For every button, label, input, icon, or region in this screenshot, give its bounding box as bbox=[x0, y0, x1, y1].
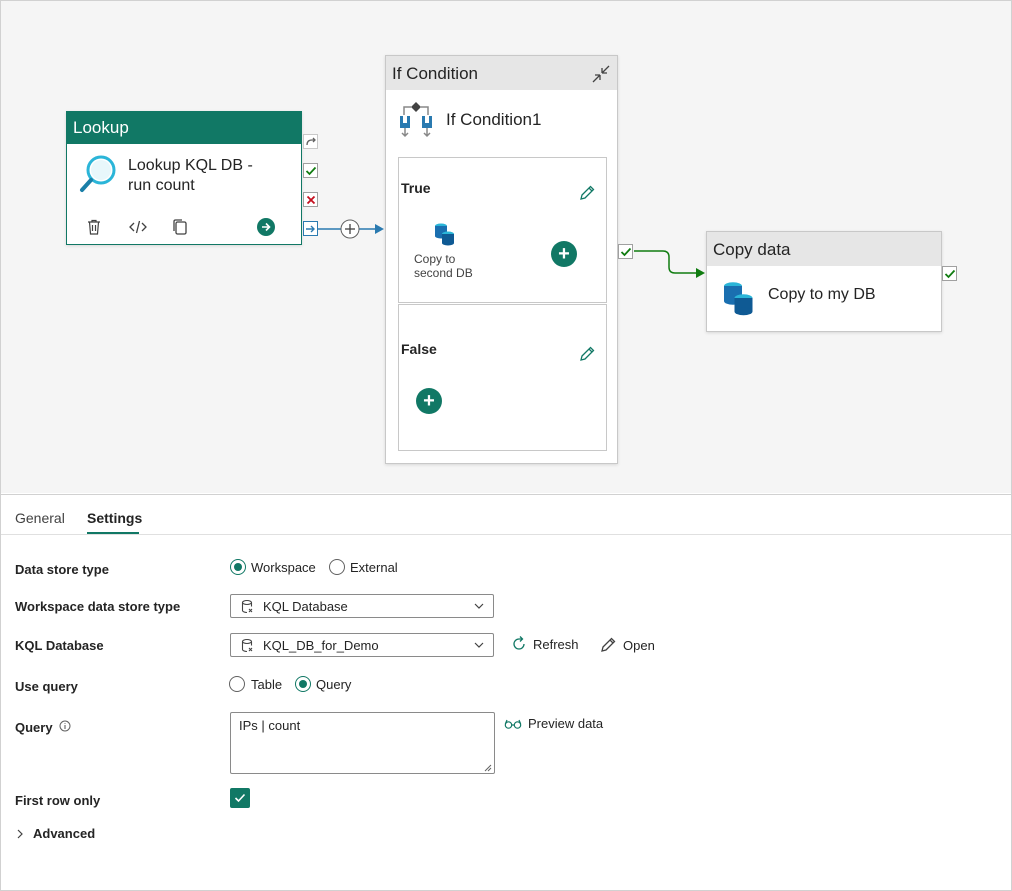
kql-database-select[interactable]: KQL_DB_for_Demo bbox=[230, 633, 494, 657]
external-radio[interactable] bbox=[329, 559, 345, 575]
lookup-to-if-arrowhead bbox=[375, 224, 384, 234]
properties-tabs: General Settings bbox=[1, 495, 1011, 535]
workspace-data-store-type-select[interactable]: KQL Database bbox=[230, 594, 494, 618]
chevron-right-icon bbox=[17, 829, 23, 838]
add-activity-false-button[interactable]: + bbox=[416, 388, 442, 414]
magnifier-icon bbox=[80, 155, 116, 192]
table-radio-label[interactable]: Table bbox=[251, 677, 282, 692]
open-label: Open bbox=[623, 637, 655, 653]
copy-data-header: Copy data bbox=[707, 232, 941, 266]
lookup-activity-card[interactable]: Lookup Lookup KQL DB - run count bbox=[66, 111, 302, 245]
add-activity-true-button[interactable]: + bbox=[551, 241, 577, 267]
skip-path-handle[interactable] bbox=[303, 134, 318, 149]
lookup-card-body: Lookup KQL DB - run count bbox=[79, 154, 294, 214]
external-radio-label[interactable]: External bbox=[350, 560, 398, 575]
database-icon bbox=[241, 638, 253, 653]
workspace-data-store-type-value: KQL Database bbox=[263, 599, 348, 614]
if-condition-card[interactable]: If Condition If Condition1 True Copy to … bbox=[385, 55, 618, 464]
lookup-activity-title: Lookup KQL DB - run count bbox=[128, 157, 253, 194]
if-condition-header: If Condition bbox=[386, 56, 617, 90]
query-label-text: Query bbox=[15, 720, 53, 735]
kql-database-label: KQL Database bbox=[15, 638, 104, 653]
query-label: Query bbox=[15, 720, 71, 735]
query-textarea[interactable]: IPs | count bbox=[230, 712, 495, 774]
active-tab-indicator bbox=[87, 532, 139, 534]
table-radio[interactable] bbox=[229, 676, 245, 692]
edit-true-branch-icon[interactable] bbox=[578, 184, 596, 202]
copy-success-path-handle[interactable] bbox=[942, 266, 957, 281]
resize-grip-icon[interactable] bbox=[484, 764, 492, 772]
copy-icon[interactable] bbox=[169, 216, 191, 238]
pencil-icon bbox=[601, 637, 616, 652]
chevron-down-icon bbox=[474, 603, 484, 609]
first-row-only-checkbox[interactable] bbox=[230, 788, 250, 808]
false-branch-container[interactable]: False + bbox=[398, 304, 607, 451]
checkmark-icon bbox=[234, 793, 246, 803]
copy-data-small-icon bbox=[435, 223, 454, 246]
query-radio-label[interactable]: Query bbox=[316, 677, 351, 692]
info-icon[interactable] bbox=[59, 720, 71, 732]
copy-data-card[interactable]: Copy data Copy to my DB bbox=[706, 231, 942, 332]
if-success-path-handle[interactable] bbox=[618, 244, 633, 259]
copy-to-second-db-label[interactable]: Copy to second DB bbox=[414, 252, 478, 280]
edit-false-branch-icon[interactable] bbox=[578, 345, 596, 363]
advanced-label: Advanced bbox=[33, 826, 96, 841]
advanced-toggle[interactable]: Advanced bbox=[15, 826, 95, 841]
database-icon bbox=[241, 599, 253, 614]
fail-path-handle[interactable] bbox=[303, 192, 318, 207]
collapse-icon[interactable] bbox=[591, 64, 611, 84]
lookup-toolbar bbox=[83, 216, 288, 238]
true-branch-container[interactable]: True Copy to second DB + bbox=[398, 157, 607, 303]
if-condition-name: If Condition1 bbox=[446, 110, 542, 129]
code-icon[interactable] bbox=[127, 216, 149, 238]
go-icon[interactable] bbox=[255, 216, 277, 238]
kql-database-value: KQL_DB_for_Demo bbox=[263, 638, 379, 653]
workspace-radio-label[interactable]: Workspace bbox=[251, 560, 316, 575]
chevron-down-icon bbox=[474, 642, 484, 648]
delete-icon[interactable] bbox=[83, 216, 105, 238]
refresh-label: Refresh bbox=[533, 636, 579, 652]
preview-data-button[interactable]: Preview data bbox=[504, 716, 603, 731]
properties-panel: General Settings Data store type Workspa… bbox=[1, 494, 1011, 890]
copy-data-title: Copy to my DB bbox=[768, 286, 876, 303]
workspace-radio[interactable] bbox=[230, 559, 246, 575]
refresh-icon bbox=[513, 636, 525, 650]
preview-data-label: Preview data bbox=[528, 716, 604, 731]
if-to-copy-arrowhead bbox=[696, 268, 705, 278]
completion-path-handle[interactable] bbox=[303, 221, 318, 236]
query-radio[interactable] bbox=[295, 676, 311, 692]
use-query-label: Use query bbox=[15, 679, 78, 694]
glasses-icon bbox=[504, 719, 522, 729]
false-branch-label: False bbox=[401, 341, 437, 357]
copy-data-icon bbox=[724, 282, 753, 316]
tab-general[interactable]: General bbox=[15, 510, 65, 526]
success-path-handle[interactable] bbox=[303, 163, 318, 178]
workspace-data-store-type-label: Workspace data store type bbox=[15, 599, 181, 614]
data-store-type-label: Data store type bbox=[15, 562, 109, 577]
lookup-card-header: Lookup bbox=[67, 112, 301, 144]
open-button[interactable]: Open bbox=[599, 636, 655, 654]
tab-settings[interactable]: Settings bbox=[87, 510, 142, 526]
if-condition-icon bbox=[400, 102, 432, 138]
if-to-copy-connector bbox=[634, 250, 696, 274]
pipeline-canvas[interactable]: Lookup Lookup KQL DB - run count If Cond… bbox=[1, 1, 1011, 493]
first-row-only-label: First row only bbox=[15, 793, 101, 808]
true-branch-label: True bbox=[401, 180, 431, 196]
refresh-button[interactable]: Refresh bbox=[511, 636, 579, 652]
